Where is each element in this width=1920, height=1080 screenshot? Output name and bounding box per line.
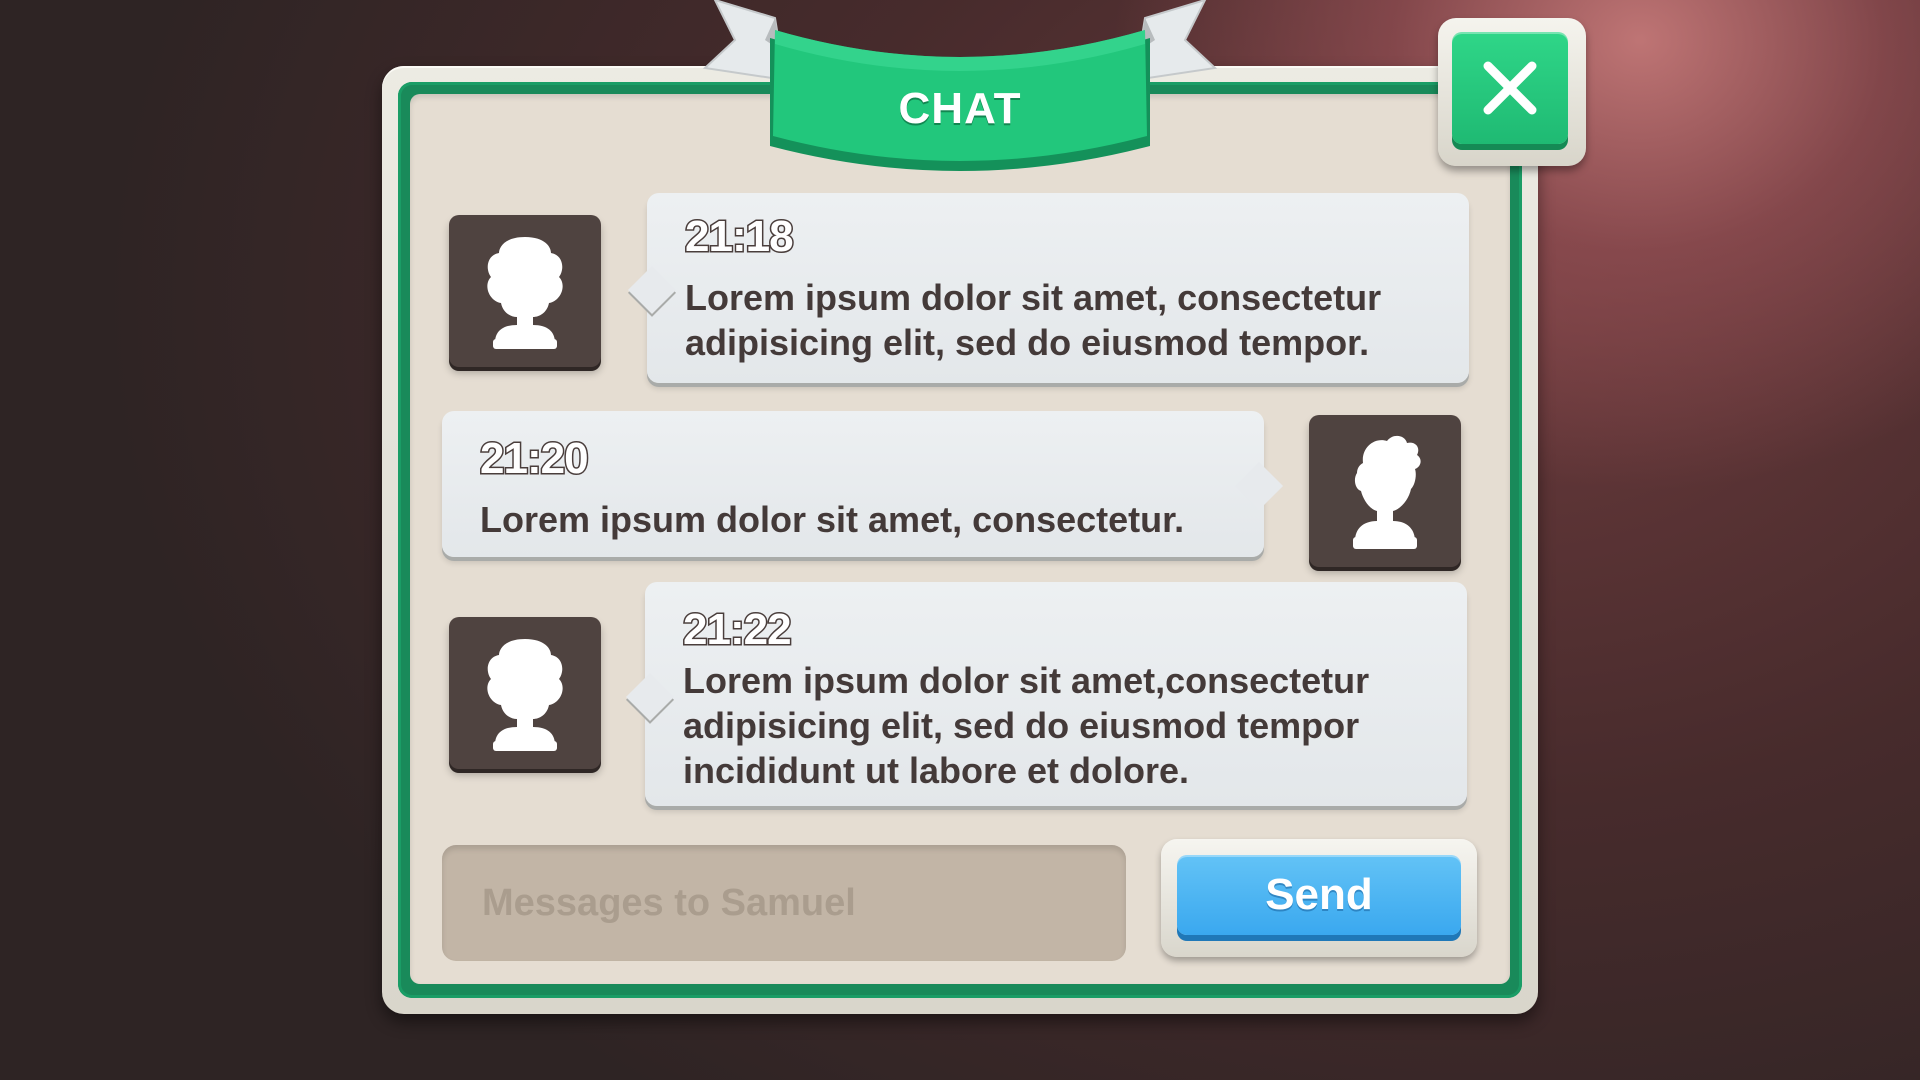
male-avatar-icon: [1353, 435, 1421, 549]
avatar-male: [1309, 415, 1461, 567]
close-icon: [1483, 61, 1537, 115]
close-button[interactable]: [1438, 18, 1586, 166]
female-avatar-icon: [487, 639, 563, 751]
female-avatar-icon: [487, 237, 563, 349]
avatar-female: [449, 617, 601, 769]
message-input[interactable]: [442, 845, 1126, 961]
message-time: 21:22: [682, 605, 794, 654]
message-time: 21:18: [684, 212, 796, 261]
avatar-female: [449, 215, 601, 367]
message-bubble: 21:20 Lorem ipsum dolor sit amet, consec…: [442, 411, 1284, 557]
title-ribbon: CHAT: [695, 0, 1225, 180]
message-bubble: 21:22 Lorem ipsum dolor sit amet,consect…: [625, 582, 1467, 806]
send-button[interactable]: Send: [1177, 855, 1461, 935]
message-text: Lorem ipsum dolor sit amet, consectetur.: [480, 499, 1185, 540]
message-bubble: 21:18 Lorem ipsum dolor sit amet, consec…: [627, 193, 1469, 383]
close-button-face[interactable]: [1452, 32, 1568, 144]
message-text: Lorem ipsum dolor sit amet, consectetur …: [685, 277, 1382, 363]
message-time: 21:20: [479, 434, 591, 483]
send-button-frame[interactable]: Send: [1161, 839, 1477, 957]
page-title: CHAT: [898, 84, 1022, 133]
message-text: Lorem ipsum dolor sit amet,consectetur a…: [683, 660, 1370, 791]
